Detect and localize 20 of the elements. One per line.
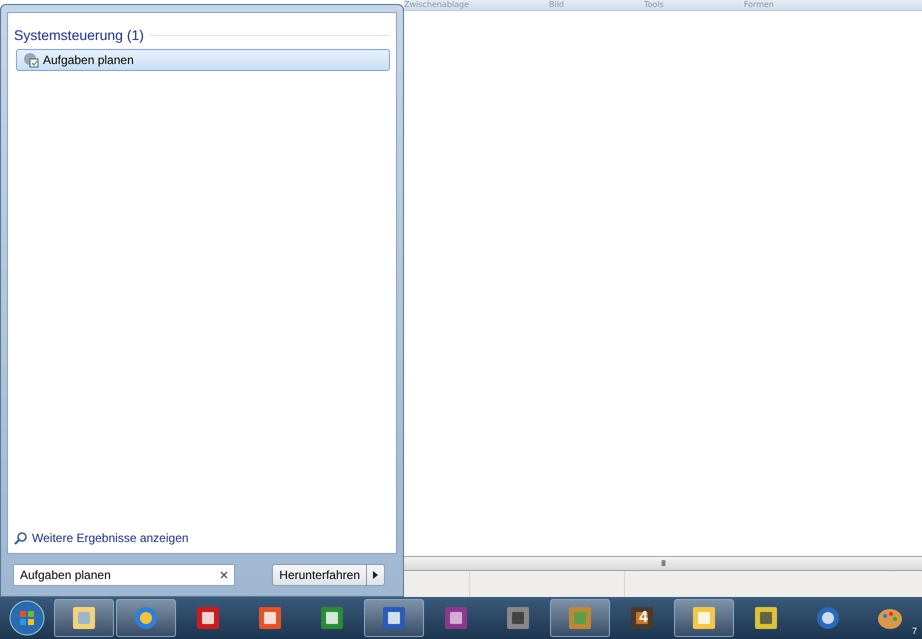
ribbon-group-label: Zwischenablage [404, 0, 469, 10]
taskbar-button[interactable] [116, 599, 176, 637]
taskbar-button[interactable] [364, 599, 424, 637]
caret-icon [373, 571, 378, 579]
close-icon[interactable] [220, 571, 228, 579]
splitter-bar[interactable]: III [404, 556, 922, 571]
ribbon-group-label: Formen [744, 0, 774, 10]
more-results-link[interactable]: Weitere Ergebnisse anzeigen [14, 531, 390, 545]
search-icon [14, 531, 28, 545]
result-item[interactable]: Aufgaben planen [16, 49, 390, 71]
globe-icon [814, 604, 842, 632]
ribbon-group-label: Tools [644, 0, 664, 10]
ribbon-group-label: Bild [548, 0, 564, 10]
taskbar-button[interactable] [54, 599, 114, 637]
section-heading: Systemsteuerung (1) [14, 27, 144, 43]
windows-logo-icon [9, 600, 45, 636]
search-field[interactable]: Aufgaben planen [13, 564, 235, 586]
taskbar-button[interactable]: 7 [860, 599, 920, 637]
grip-mark: III [660, 559, 666, 568]
taskbar-button[interactable] [674, 599, 734, 637]
